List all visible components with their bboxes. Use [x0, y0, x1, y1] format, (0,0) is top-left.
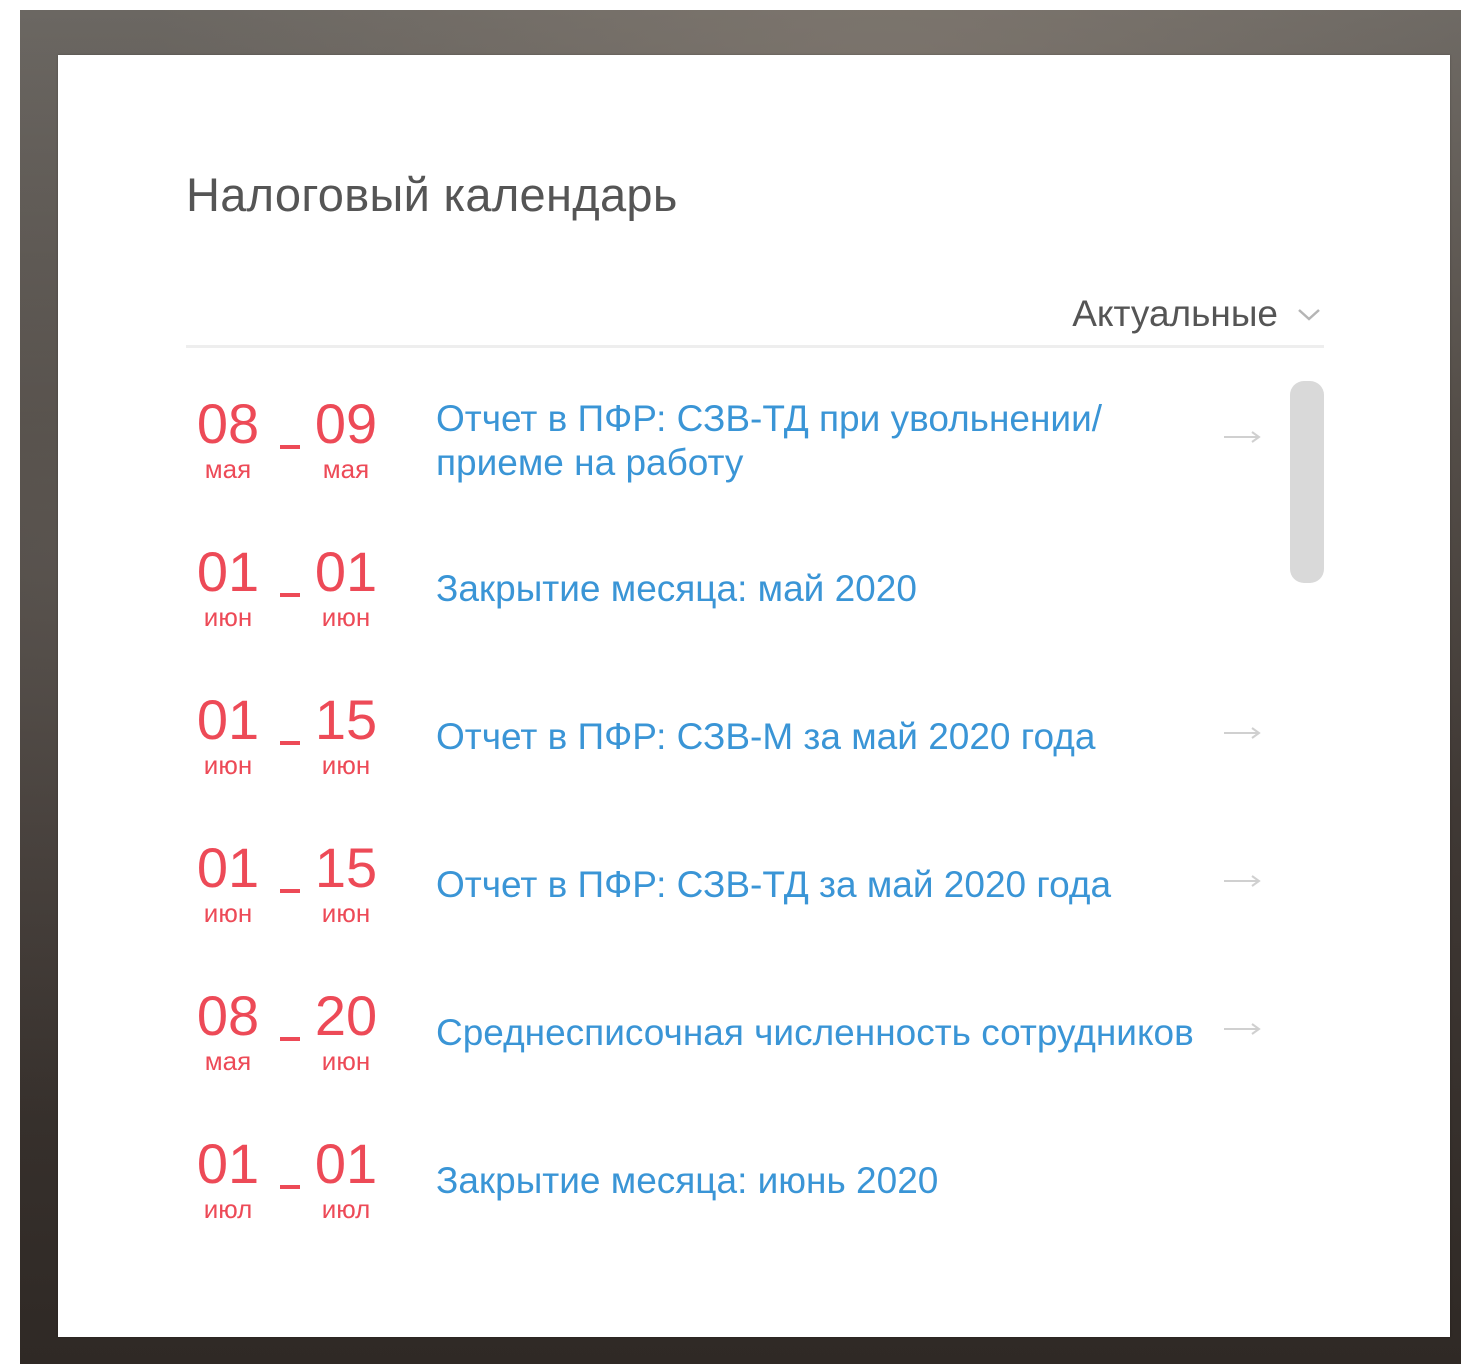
date-to-day: 09	[314, 392, 378, 455]
date-to-day: 01	[314, 540, 378, 603]
date-to-day: 20	[314, 984, 378, 1047]
event-row[interactable]: 01 июл 01 июл Закрытие месяца: июнь 2020	[186, 1121, 1276, 1231]
date-from-month: июн	[203, 750, 253, 780]
date-from-month: мая	[204, 454, 252, 484]
widget-title: Налоговый календарь	[186, 168, 678, 221]
date-from: 01 июн	[196, 540, 260, 632]
date-range-dash	[280, 741, 300, 745]
event-row[interactable]: 01 июн 01 июн Закрытие месяца: май 2020	[186, 529, 1276, 639]
date-from-day: 01	[196, 836, 260, 899]
date-range-dash	[280, 1037, 300, 1041]
date-to-month: июл	[321, 1194, 371, 1224]
header-divider	[186, 345, 1324, 348]
date-from: 08 мая	[196, 392, 260, 484]
event-row[interactable]: 01 июн 15 июн Отчет в ПФР: СЗВ-М за май …	[186, 677, 1276, 787]
event-title-link[interactable]: Отчет в ПФР: СЗВ-ТД за май 2020 года	[436, 863, 1196, 907]
date-to: 09 мая	[314, 392, 378, 484]
event-row[interactable]: 08 мая 20 июн Среднесписочная численност…	[186, 973, 1276, 1083]
date-from-day: 08	[196, 984, 260, 1047]
filter-label: Актуальные	[1072, 293, 1278, 334]
date-to: 15 июн	[314, 836, 378, 928]
tax-calendar-widget: Налоговый календарь Актуальные 08 мая 09…	[58, 55, 1450, 1337]
date-to-day: 15	[314, 836, 378, 899]
event-title-link[interactable]: Среднесписочная численность сотрудников	[436, 1011, 1196, 1055]
date-from: 08 мая	[196, 984, 260, 1076]
arrow-right-icon[interactable]	[1222, 725, 1262, 741]
event-title-link[interactable]: Закрытие месяца: май 2020	[436, 567, 1196, 611]
event-title-link[interactable]: Закрытие месяца: июнь 2020	[436, 1159, 1196, 1203]
arrow-right-icon[interactable]	[1222, 429, 1262, 445]
event-row[interactable]: 08 мая 09 мая Отчет в ПФР: СЗВ-ТД при ув…	[186, 381, 1276, 491]
date-to-month: июн	[321, 750, 371, 780]
date-to: 20 июн	[314, 984, 378, 1076]
filter-dropdown[interactable]: Актуальные	[1072, 293, 1322, 335]
date-range-dash	[280, 1185, 300, 1189]
date-to-month: июн	[321, 898, 371, 928]
date-from: 01 июн	[196, 688, 260, 780]
date-to-month: мая	[322, 454, 370, 484]
date-to-month: июн	[321, 602, 371, 632]
date-from-day: 01	[196, 688, 260, 751]
date-to: 15 июн	[314, 688, 378, 780]
date-to-month: июн	[321, 1046, 371, 1076]
scrollbar-thumb[interactable]	[1290, 381, 1324, 583]
date-to: 01 июн	[314, 540, 378, 632]
event-row[interactable]: 01 июн 15 июн Отчет в ПФР: СЗВ-ТД за май…	[186, 825, 1276, 935]
date-range-dash	[280, 593, 300, 597]
date-from-month: июн	[203, 898, 253, 928]
date-from-month: июл	[203, 1194, 253, 1224]
date-from-month: мая	[204, 1046, 252, 1076]
date-from-day: 08	[196, 392, 260, 455]
date-to: 01 июл	[314, 1132, 378, 1224]
chevron-down-icon	[1298, 309, 1320, 321]
date-from: 01 июл	[196, 1132, 260, 1224]
date-range-dash	[280, 889, 300, 893]
date-from-day: 01	[196, 540, 260, 603]
arrow-right-icon[interactable]	[1222, 873, 1262, 889]
date-from-month: июн	[203, 602, 253, 632]
event-title-link[interactable]: Отчет в ПФР: СЗВ-М за май 2020 года	[436, 715, 1196, 759]
date-from: 01 июн	[196, 836, 260, 928]
date-from-day: 01	[196, 1132, 260, 1195]
date-to-day: 01	[314, 1132, 378, 1195]
date-to-day: 15	[314, 688, 378, 751]
event-title-link[interactable]: Отчет в ПФР: СЗВ-ТД при увольнении/ прие…	[436, 397, 1196, 485]
date-range-dash	[280, 445, 300, 449]
arrow-right-icon[interactable]	[1222, 1021, 1262, 1037]
